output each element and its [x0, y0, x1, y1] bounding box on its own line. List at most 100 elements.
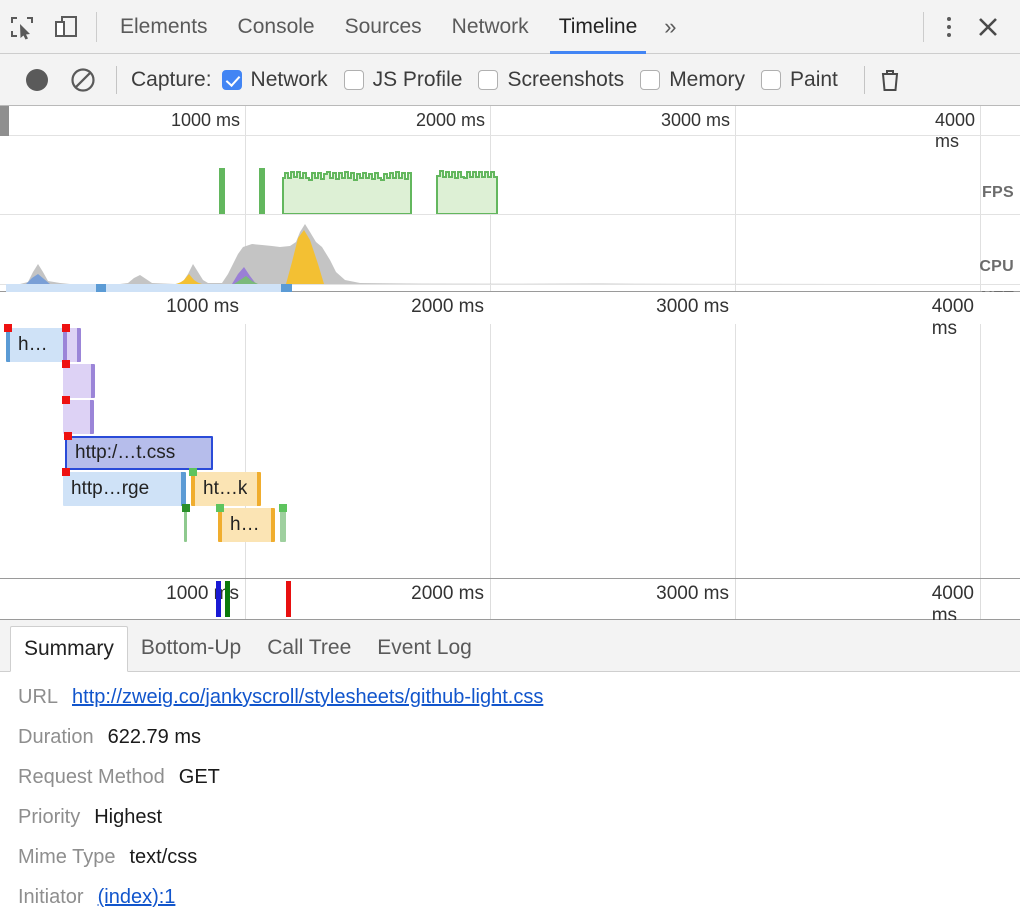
close-icon[interactable] — [966, 0, 1010, 54]
waterfall-bar-tick-0[interactable] — [184, 508, 187, 542]
drawer-tab-event-log[interactable]: Event Log — [364, 625, 485, 671]
checkbox-memory-label: Memory — [669, 68, 745, 92]
detail-row-initiator: Initiator (index):1 — [18, 886, 1020, 909]
capture-toolbar: Capture: Network JS Profile Screenshots … — [0, 54, 1020, 106]
tab-elements-label: Elements — [120, 15, 208, 39]
warning-marker-icon — [62, 396, 70, 404]
checkbox-network-label: Network — [251, 68, 328, 92]
detail-key-mime-type: Mime Type — [18, 846, 115, 869]
devtools-tabbar: Elements Console Sources Network Timelin… — [0, 0, 1020, 54]
waterfall-bar-selected-css[interactable]: http:/…t.css — [65, 436, 213, 470]
waterfall-bar-label-4: http…rge — [63, 478, 149, 500]
drawer-tab-summary[interactable]: Summary — [10, 626, 128, 672]
detail-value-mime-type: text/css — [129, 846, 197, 869]
checkbox-js-profile-box[interactable] — [344, 70, 364, 90]
tab-sources-label: Sources — [345, 15, 422, 39]
event-marker-red[interactable] — [286, 581, 291, 617]
detail-key-duration: Duration — [18, 726, 94, 749]
waterfall-bar-tick-1[interactable] — [280, 508, 286, 542]
capture-checkbox-network[interactable]: Network — [222, 68, 328, 92]
overview-tick-3000: 3000 ms — [661, 110, 735, 131]
tab-sources[interactable]: Sources — [330, 0, 437, 54]
tab-timeline[interactable]: Timeline — [544, 0, 653, 54]
waterfall-bar-image-0[interactable]: ht…k — [191, 472, 261, 506]
tab-elements[interactable]: Elements — [105, 0, 223, 54]
drawer-tab-summary-label: Summary — [24, 637, 114, 661]
drawer-tab-event-log-label: Event Log — [377, 636, 472, 660]
band-label-fps: FPS — [982, 184, 1014, 202]
drawer-tab-bottom-up[interactable]: Bottom-Up — [128, 625, 254, 671]
devtools-window: Elements Console Sources Network Timelin… — [0, 0, 1020, 916]
tab-console[interactable]: Console — [223, 0, 330, 54]
checkbox-network-box[interactable] — [222, 70, 242, 90]
capture-checkbox-screenshots[interactable]: Screenshots — [478, 68, 624, 92]
timeline-overview[interactable]: 1000 ms 2000 ms 3000 ms 4000 ms FPS — [0, 106, 1020, 292]
cpu-chart — [0, 214, 1020, 284]
drawer-tab-call-tree[interactable]: Call Tree — [254, 625, 364, 671]
detail-key-initiator: Initiator — [18, 886, 84, 909]
waterfall-bar-script-2[interactable] — [63, 400, 94, 434]
checkbox-screenshots-box[interactable] — [478, 70, 498, 90]
checkbox-js-profile-label: JS Profile — [373, 68, 463, 92]
capture-checkbox-js-profile[interactable]: JS Profile — [344, 68, 463, 92]
waterfall-tick-1000: 1000 ms — [166, 296, 245, 318]
inspect-element-icon[interactable] — [0, 0, 44, 54]
detail-row-url: URL http://zweig.co/jankyscroll/styleshe… — [18, 686, 1020, 709]
capture-checkbox-paint[interactable]: Paint — [761, 68, 838, 92]
detail-row-duration: Duration 622.79 ms — [18, 726, 1020, 749]
waterfall-bar-image-1[interactable]: h… — [218, 508, 275, 542]
detail-value-duration: 622.79 ms — [108, 726, 201, 749]
three-dot-menu-icon[interactable] — [932, 0, 966, 54]
drawer-tab-bottom-up-label: Bottom-Up — [141, 636, 241, 660]
warning-marker-icon — [62, 360, 70, 368]
waterfall-bar-script-1[interactable] — [63, 364, 95, 398]
detail-key-priority: Priority — [18, 806, 80, 829]
drawer-tab-call-tree-label: Call Tree — [267, 636, 351, 660]
panel-tabs: Elements Console Sources Network Timelin… — [105, 0, 689, 54]
tab-console-label: Console — [238, 15, 315, 39]
record-circle-icon[interactable] — [14, 54, 60, 106]
checkbox-paint-box[interactable] — [761, 70, 781, 90]
detail-value-url[interactable]: http://zweig.co/jankyscroll/stylesheets/… — [72, 686, 543, 709]
waterfall-ruler: 1000 ms 2000 ms 3000 ms 4000 ms — [0, 292, 1020, 324]
tabbar-right-actions — [915, 0, 1020, 54]
clear-no-entry-icon[interactable] — [60, 54, 106, 106]
waterfall-bar-label-5: ht…k — [195, 478, 247, 500]
waterfall-bar-label-css: http:/…t.css — [67, 442, 175, 464]
waterfall-bar-script-0[interactable] — [63, 328, 81, 362]
summary-details: URL http://zweig.co/jankyscroll/styleshe… — [0, 672, 1020, 916]
detail-row-priority: Priority Highest — [18, 806, 1020, 829]
detail-value-initiator[interactable]: (index):1 — [98, 886, 176, 909]
capture-label: Capture: — [131, 68, 212, 92]
toolbar-divider — [96, 12, 97, 42]
overview-ruler: 1000 ms 2000 ms 3000 ms 4000 ms — [0, 106, 1020, 136]
device-toolbar-icon[interactable] — [44, 0, 88, 54]
tab-network[interactable]: Network — [437, 0, 544, 54]
network-waterfall[interactable]: 1000 ms 2000 ms 3000 ms 4000 ms h… — [0, 292, 1020, 620]
tab-timeline-label: Timeline — [559, 15, 638, 39]
drawer-tabs: Summary Bottom-Up Call Tree Event Log — [0, 620, 1020, 672]
warning-marker-icon — [62, 468, 70, 476]
overview-scroll-thumb[interactable] — [0, 106, 9, 136]
toolbar-divider-right — [923, 12, 924, 42]
trash-icon[interactable] — [875, 54, 905, 106]
waterfall-bar-document-2[interactable]: http…rge — [63, 472, 186, 506]
overview-body: FPS CPU — [0, 136, 1020, 291]
warning-marker-icon — [4, 324, 12, 332]
overview-tick-2000: 2000 ms — [416, 110, 490, 131]
success-marker-icon — [279, 504, 287, 512]
bottom-tick-1000: 1000 ms — [166, 583, 245, 605]
waterfall-bar-document[interactable]: h… — [6, 328, 66, 362]
waterfall-bar-label-6: h… — [222, 514, 260, 536]
detail-row-request-method: Request Method GET — [18, 766, 1020, 789]
event-marker-blue[interactable] — [216, 581, 221, 617]
detail-row-mime-type: Mime Type text/css — [18, 846, 1020, 869]
waterfall-bar-label-0: h… — [10, 334, 48, 356]
capture-checkbox-memory[interactable]: Memory — [640, 68, 745, 92]
more-tabs-icon[interactable]: » — [652, 0, 688, 54]
event-marker-green[interactable] — [225, 581, 230, 617]
checkbox-memory-box[interactable] — [640, 70, 660, 90]
overview-tick-1000: 1000 ms — [171, 110, 245, 131]
waterfall-bottom-ruler: 1000 ms 2000 ms 3000 ms 4000 ms — [0, 578, 1020, 620]
checkbox-paint-label: Paint — [790, 68, 838, 92]
